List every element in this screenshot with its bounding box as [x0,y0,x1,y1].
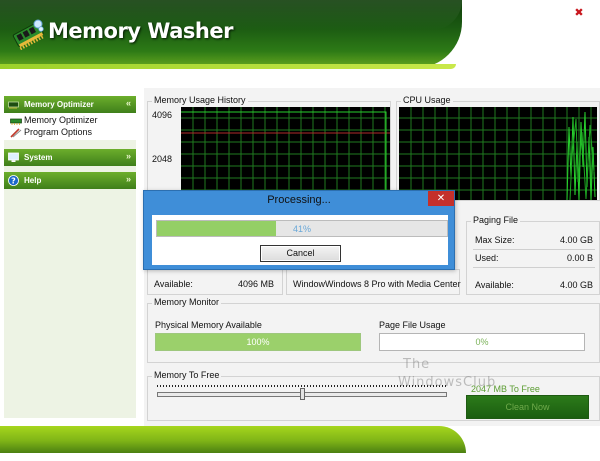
cpu-usage-graph [399,107,597,200]
page-file-usage-bar: 0% [379,333,585,351]
monitor-icon [8,152,19,162]
memory-module-logo-icon [12,19,44,50]
svg-text:?: ? [11,176,16,185]
memory-usage-graph-canvas [181,107,390,200]
app-title: Memory Washer [48,19,233,43]
paging-file-title: Paging File [471,215,521,225]
page-file-usage-percent: 0% [475,337,489,347]
y-axis-label-max: 4096 [152,110,173,120]
close-window-button[interactable]: ✖ [572,6,586,20]
memory-monitor-title: Memory Monitor [152,297,222,307]
memory-monitor-group: Memory Monitor Physical Memory Available… [147,297,600,363]
y-axis-label-mid: 2048 [152,154,173,164]
sidebar: Memory Optimizer « Memory Optimizer Prog… [4,96,136,418]
dialog-body: 41% Cancel [152,215,448,265]
collapse-chevron-icon: « [125,98,131,108]
sidebar-section-help[interactable]: ? Help » [4,172,136,189]
expand-chevron-icon: » [125,151,131,161]
memory-to-free-group: Memory To Free 2047 MB To Free Clean Now [147,370,600,421]
paging-file-group: Paging File Max Size: 4.00 GB Used: 0.00… [466,215,600,295]
page-file-usage-label: Page File Usage [379,320,446,330]
paging-available-label: Available: [475,280,514,290]
sidebar-section-memory-optimizer[interactable]: Memory Optimizer « [4,96,136,113]
divider [473,267,595,268]
memory-chip-icon [10,118,22,125]
available-value: 4096 MB [237,279,274,289]
clean-now-button[interactable]: Clean Now [466,395,589,419]
os-info-box: WindowWindows 8 Pro with Media Center [286,269,461,295]
dialog-close-button[interactable]: ✕ [428,191,454,206]
processing-dialog: Processing... ✕ 41% Cancel [143,190,455,270]
paging-available-value: 4.00 GB [559,280,593,290]
options-icon [10,128,22,138]
dialog-title: Processing... [267,194,331,206]
processing-progress-percent: 41% [292,224,311,234]
sidebar-section-system[interactable]: System » [4,149,136,166]
sidebar-item-label: Memory Optimizer [24,115,98,125]
watermark-line-2: WindowsClub [398,375,497,390]
available-label: Available: [154,279,193,289]
footer-banner [0,426,466,453]
max-size-label: Max Size: [475,235,515,245]
memory-usage-history-title: Memory Usage History [152,95,248,105]
watermark-line-1: The [403,357,431,372]
cpu-usage-graph-canvas [399,107,597,200]
cpu-usage-group: CPU Usage [396,95,600,201]
cancel-button[interactable]: Cancel [260,245,341,262]
sidebar-section-body: Memory Optimizer Program Options [4,113,136,140]
used-value: 0.00 B [566,253,593,263]
memory-available-box: Available: 4096 MB [147,269,283,295]
footer-edge [0,453,600,461]
physical-memory-bar: 100% [155,333,361,351]
memory-usage-graph [181,107,390,200]
cpu-usage-title: CPU Usage [401,95,453,105]
sidebar-section-label: Help [24,176,42,185]
help-icon: ? [8,175,19,186]
os-name: WindowWindows 8 Pro with Media Center [293,279,461,289]
header-accent-line [0,64,456,69]
physical-memory-label: Physical Memory Available [155,320,262,330]
divider [473,249,595,250]
max-size-value: 4.00 GB [559,235,593,245]
processing-progress-bar: 41% [156,220,448,237]
physical-memory-percent: 100% [246,337,270,347]
sidebar-section-label: Memory Optimizer [24,100,94,109]
slider-thumb[interactable] [300,388,305,400]
memory-washer-window: Memory Washer ✖ Memory Optimizer « Memor… [0,0,600,461]
memory-usage-history-group: Memory Usage History 4096 2048 [147,95,391,201]
expand-chevron-icon: » [125,174,131,184]
sidebar-item-label: Program Options [24,127,93,137]
sidebar-section-label: System [24,153,53,162]
memory-to-free-title: Memory To Free [152,370,222,380]
memory-chip-icon [8,101,19,109]
used-label: Used: [475,253,499,263]
